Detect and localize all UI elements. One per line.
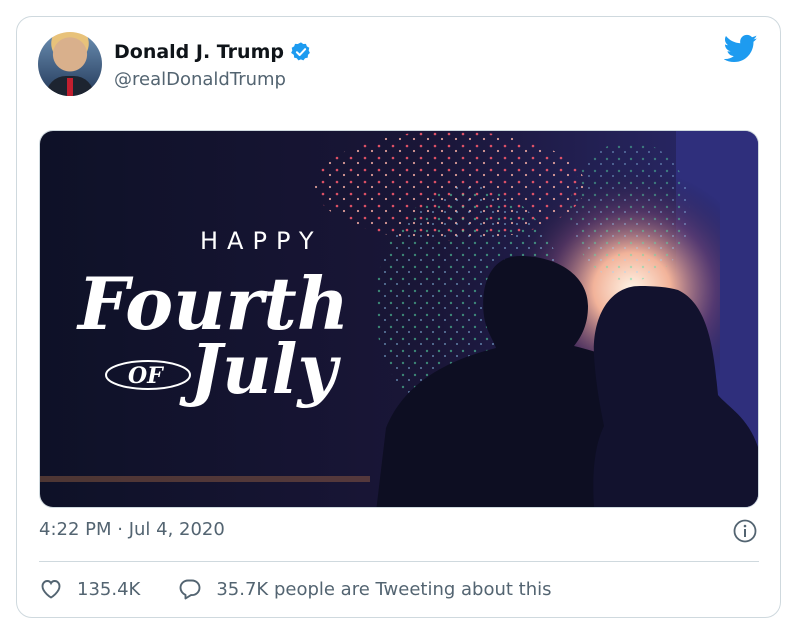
- fourth-of-july-image: HAPPY Fourth OF July: [40, 131, 758, 507]
- author-name[interactable]: Donald J. Trump: [114, 41, 284, 63]
- like-count: 135.4K: [77, 578, 141, 600]
- avatar[interactable]: [38, 32, 102, 96]
- tweet-actions: 135.4K 35.7K people are Tweeting about t…: [39, 577, 552, 601]
- conversation-action[interactable]: 35.7K people are Tweeting about this: [178, 577, 552, 601]
- tweeting-about-text: 35.7K people are Tweeting about this: [216, 578, 552, 600]
- avatar-tie: [67, 78, 73, 96]
- tweet-timestamp[interactable]: 4:22 PM · Jul 4, 2020: [39, 519, 225, 540]
- like-action[interactable]: 135.4K: [39, 577, 140, 601]
- twitter-bird-icon[interactable]: [724, 34, 758, 64]
- tweet-image[interactable]: HAPPY Fourth OF July: [39, 130, 759, 508]
- heart-icon: [41, 580, 61, 599]
- image-text-of: OF: [128, 363, 164, 389]
- info-icon[interactable]: [733, 519, 757, 543]
- author-handle[interactable]: @realDonaldTrump: [114, 69, 286, 90]
- speech-bubble-icon: [179, 579, 201, 600]
- image-text-happy: HAPPY: [200, 227, 323, 255]
- author-row: Donald J. Trump: [114, 41, 312, 63]
- image-text-july: July: [179, 330, 341, 410]
- tweet-card: Donald J. Trump @realDonaldTrump HAPPY F…: [16, 16, 781, 618]
- verified-badge-icon: [291, 42, 310, 61]
- divider: [39, 561, 759, 562]
